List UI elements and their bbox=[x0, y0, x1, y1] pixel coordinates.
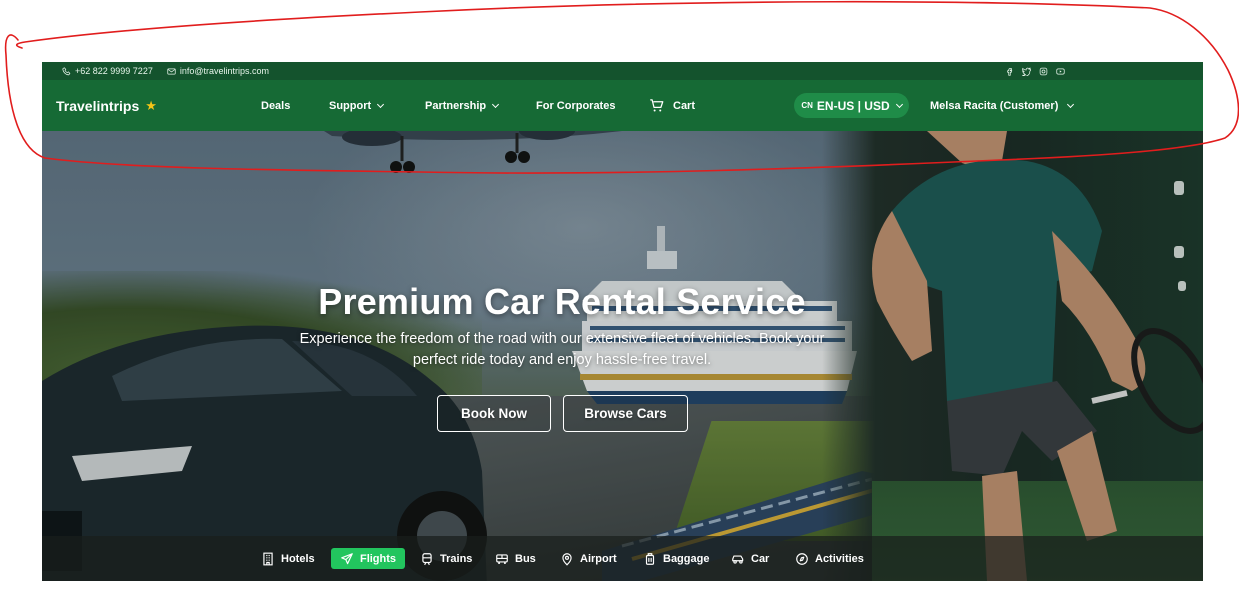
nav-for-corporates[interactable]: For Corporates bbox=[536, 80, 615, 131]
locale-label: EN-US | USD bbox=[816, 98, 890, 113]
locale-flag: CN bbox=[801, 101, 813, 110]
facebook-icon[interactable] bbox=[1005, 67, 1014, 76]
nav-deals[interactable]: Deals bbox=[261, 80, 290, 131]
chevron-down-icon bbox=[377, 100, 385, 108]
contact-info: +62 822 9999 7227 info@travelintrips.com bbox=[62, 62, 269, 80]
chevron-down-icon bbox=[1067, 100, 1075, 108]
category-trains[interactable]: Trains bbox=[415, 548, 477, 569]
nav-cart[interactable]: Cart bbox=[649, 80, 695, 131]
category-label: Baggage bbox=[663, 552, 710, 565]
phone-contact[interactable]: +62 822 9999 7227 bbox=[62, 66, 153, 76]
category-label: Trains bbox=[440, 552, 473, 565]
chevron-down-icon bbox=[492, 100, 500, 108]
category-label: Car bbox=[751, 552, 770, 565]
category-hotels[interactable]: Hotels bbox=[256, 548, 320, 569]
hero-subtitle: Experience the freedom of the road with … bbox=[299, 331, 825, 368]
chevron-down-icon bbox=[895, 100, 903, 108]
category-flights[interactable]: Flights bbox=[331, 548, 405, 569]
top-contact-bar: +62 822 9999 7227 info@travelintrips.com bbox=[42, 62, 1203, 80]
category-label: Activities bbox=[815, 552, 864, 565]
category-label: Hotels bbox=[281, 552, 315, 565]
main-navigation: Travelintrips ★ Deals Support Partnershi… bbox=[42, 80, 1203, 131]
nav-cart-label: Cart bbox=[673, 99, 696, 112]
hotel-icon bbox=[263, 552, 273, 565]
user-name: Melsa Racita (Customer) bbox=[930, 99, 1059, 112]
category-car[interactable]: Car bbox=[726, 548, 774, 569]
nav-partnership-label: Partnership bbox=[425, 99, 487, 112]
phone-number: +62 822 9999 7227 bbox=[75, 66, 153, 76]
email-address: info@travelintrips.com bbox=[179, 66, 269, 76]
book-now-button[interactable]: Book Now bbox=[437, 395, 551, 432]
category-bus[interactable]: Bus bbox=[490, 548, 541, 569]
category-label: Flights bbox=[359, 552, 397, 565]
browse-cars-button[interactable]: Browse Cars bbox=[563, 395, 688, 432]
nav-corporates-label: For Corporates bbox=[536, 99, 616, 112]
brand-name: Travelintrips bbox=[56, 97, 140, 114]
category-airport[interactable]: Airport bbox=[555, 548, 622, 569]
compass-icon bbox=[796, 552, 808, 565]
star-icon: ★ bbox=[145, 97, 157, 113]
train-icon bbox=[422, 552, 432, 565]
service-category-bar: Hotels Flights Trains Bus Airport Baggag… bbox=[42, 536, 1203, 581]
brand-logo[interactable]: Travelintrips ★ bbox=[56, 80, 157, 131]
category-baggage[interactable]: Baggage bbox=[638, 548, 714, 569]
plane-icon bbox=[341, 552, 353, 564]
hero-title: Premium Car Rental Service bbox=[318, 281, 806, 322]
category-label: Airport bbox=[580, 552, 617, 565]
mail-icon bbox=[167, 68, 176, 74]
twitter-icon[interactable] bbox=[1022, 66, 1031, 76]
nav-deals-label: Deals bbox=[261, 99, 291, 112]
location-pin-icon bbox=[562, 552, 572, 566]
category-activities[interactable]: Activities bbox=[790, 548, 869, 569]
instagram-icon[interactable] bbox=[1039, 67, 1048, 76]
page-frame: +62 822 9999 7227 info@travelintrips.com… bbox=[42, 62, 1203, 581]
car-icon bbox=[732, 555, 744, 564]
nav-support[interactable]: Support bbox=[329, 80, 385, 131]
youtube-icon[interactable] bbox=[1056, 67, 1065, 76]
email-contact[interactable]: info@travelintrips.com bbox=[167, 66, 269, 76]
user-menu[interactable]: Melsa Racita (Customer) bbox=[930, 80, 1075, 131]
nav-partnership[interactable]: Partnership bbox=[425, 80, 500, 131]
phone-icon bbox=[62, 66, 71, 75]
bus-icon bbox=[496, 553, 508, 564]
hero-banner: Premium Car Rental Service Experience th… bbox=[42, 131, 1203, 581]
baggage-icon bbox=[645, 552, 655, 565]
locale-currency-selector[interactable]: CN EN-US | USD bbox=[794, 93, 909, 118]
nav-support-label: Support bbox=[329, 99, 372, 112]
category-label: Bus bbox=[515, 552, 536, 565]
social-links bbox=[1005, 62, 1065, 80]
cart-icon bbox=[650, 99, 664, 112]
